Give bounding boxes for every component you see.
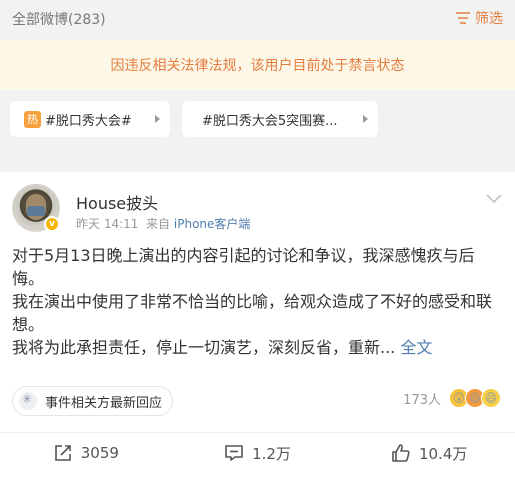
comment-icon: [225, 445, 243, 461]
event-icon: [19, 392, 37, 410]
post-line-3: 我将为此承担责任，停止一切演艺，深刻反省，重新... 全文: [12, 336, 504, 359]
topic-chip-1[interactable]: 热 #脱口秀大会#: [10, 101, 170, 137]
topic-chips: 热 #脱口秀大会# #脱口秀大会5突围赛...: [0, 90, 515, 168]
topic-label: #脱口秀大会5突围赛...: [202, 113, 338, 129]
username[interactable]: House披头: [76, 190, 158, 214]
verified-badge: v: [44, 216, 60, 232]
post-body: 对于5月13日晚上演出的内容引起的讨论和争议，我深感愧疚与后悔。 我在演出中使用…: [12, 244, 504, 359]
reactions-summary[interactable]: 173人 😲 😆 😄: [403, 388, 501, 408]
repost-icon: [54, 445, 71, 461]
caret-right-icon: [363, 115, 368, 123]
post-time: 昨天 14:11: [76, 217, 139, 231]
like-count: 10.4万: [418, 444, 468, 463]
filter-icon: [456, 12, 470, 24]
ban-notice-banner: 因违反相关法律法规，该用户目前处于禁言状态: [0, 40, 515, 90]
post-count-label: 全部微博(283): [12, 12, 106, 28]
caret-right-icon: [155, 115, 160, 123]
repost-button[interactable]: 3059: [0, 433, 172, 473]
post-line-1: 对于5月13日晚上演出的内容引起的讨论和争议，我深感愧疚与后悔。: [12, 246, 475, 288]
like-button[interactable]: 10.4万: [343, 433, 515, 473]
event-response-chip[interactable]: 事件相关方最新回应: [12, 386, 174, 416]
source-prefix: 来自: [146, 217, 171, 231]
hot-badge: 热: [24, 110, 41, 128]
filter-button[interactable]: 筛选: [455, 8, 503, 28]
comment-button[interactable]: 1.2万: [172, 433, 344, 473]
full-text-link[interactable]: 全文: [400, 338, 432, 357]
more-options-button[interactable]: [485, 190, 503, 209]
comment-count: 1.2万: [252, 444, 291, 463]
chevron-down-icon: [486, 194, 502, 204]
repost-count: 3059: [80, 444, 119, 462]
post-source[interactable]: iPhone客户端: [174, 217, 251, 231]
action-bar: 3059 1.2万 10.4万: [0, 433, 515, 473]
top-bar: 全部微博(283) 筛选: [0, 0, 515, 40]
reaction-count: 173人: [403, 392, 441, 408]
avatar-mask: [27, 206, 45, 216]
event-label: 事件相关方最新回应: [45, 395, 163, 411]
topic-label: #脱口秀大会#: [45, 113, 132, 129]
topic-chip-2[interactable]: #脱口秀大会5突围赛...: [182, 101, 378, 137]
post-line-3-text: 我将为此承担责任，停止一切演艺，深刻反省，重新...: [12, 338, 396, 357]
like-icon: [392, 444, 410, 462]
grin-emoji-icon: 😄: [481, 388, 501, 408]
filter-label: 筛选: [475, 11, 503, 27]
ban-notice-text: 因违反相关法律法规，该用户目前处于禁言状态: [110, 58, 405, 74]
post-card: v House披头 昨天 14:11 来自 iPhone客户端 对于5月13日晚…: [0, 172, 515, 492]
post-line-2: 我在演出中使用了非常不恰当的比喻，给观众造成了不好的感受和联想。: [12, 292, 493, 334]
post-meta: 昨天 14:11 来自 iPhone客户端: [76, 215, 250, 232]
